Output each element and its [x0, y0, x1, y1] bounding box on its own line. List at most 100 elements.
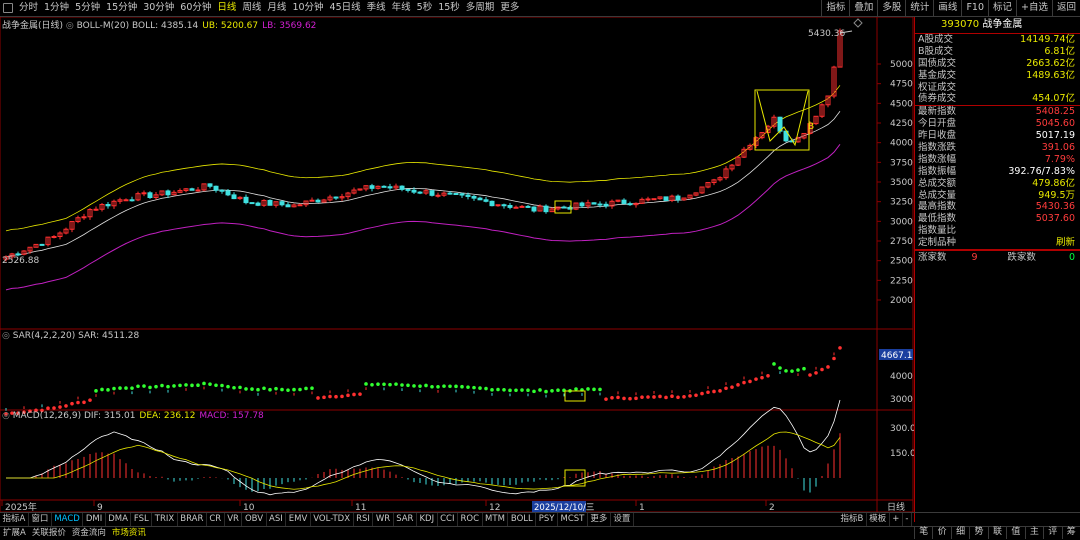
- period-tab-1[interactable]: 1分钟: [41, 0, 72, 16]
- period-tab-4[interactable]: 30分钟: [140, 0, 177, 16]
- indicator-right-3[interactable]: -: [903, 513, 912, 526]
- panel-row-0: A股成交 14149.74亿: [915, 34, 1080, 46]
- boll-lower-line: [5, 144, 841, 291]
- candle-body: [429, 190, 435, 196]
- indicator-tab-18[interactable]: CCI: [438, 513, 458, 526]
- panel-row-label: 指数振幅: [918, 165, 957, 177]
- period-tab-10[interactable]: 45日线: [327, 0, 364, 16]
- right-tab-1[interactable]: 价: [932, 526, 950, 539]
- diamond-icon[interactable]: [853, 18, 863, 28]
- indicator-tab-17[interactable]: KDJ: [417, 513, 438, 526]
- right-tab-7[interactable]: 评: [1043, 526, 1061, 539]
- candle-body: [315, 199, 321, 203]
- period-tab-6[interactable]: 日线: [214, 0, 239, 16]
- indicator-right-2[interactable]: +: [890, 513, 903, 526]
- indicator-tab-7[interactable]: BRAR: [178, 513, 207, 526]
- candle-body: [81, 216, 87, 219]
- indicator-right-1[interactable]: 模板: [867, 513, 890, 526]
- indicator-tab-25[interactable]: 设置: [611, 513, 634, 526]
- right-tab-2[interactable]: 细: [950, 526, 969, 539]
- candle-body: [561, 206, 567, 209]
- indicator-tab-11[interactable]: ASI: [267, 513, 287, 526]
- date-axis-label: 1: [639, 503, 645, 512]
- indicator-tab-20[interactable]: MTM: [483, 513, 509, 526]
- macd-value-1: DEA: 236.12: [139, 411, 196, 421]
- period-tab-16[interactable]: 更多: [497, 0, 522, 16]
- sar-dot: [694, 393, 698, 398]
- tool-button-6[interactable]: 标记: [988, 0, 1016, 16]
- high-price-label: 5430.36: [808, 29, 845, 39]
- status-tab-1[interactable]: 关联报价: [29, 527, 69, 540]
- indicator-tab-24[interactable]: 更多: [588, 513, 611, 526]
- period-tab-12[interactable]: 年线: [389, 0, 414, 16]
- sar-dot: [742, 380, 746, 385]
- right-tab-4[interactable]: 联: [987, 526, 1006, 539]
- indicator-tab-23[interactable]: MCST: [558, 513, 588, 526]
- status-tab-0[interactable]: 扩展A: [0, 527, 29, 540]
- period-tab-7[interactable]: 周线: [239, 0, 264, 16]
- indicator-tab-16[interactable]: SAR: [394, 513, 417, 526]
- right-tab-5[interactable]: 值: [1006, 526, 1024, 539]
- indicator-tab-4[interactable]: DMA: [106, 513, 132, 526]
- kline-chart[interactable]: 5000 4750 4500 4250 4000 3750 3500 3250 3000 2750…: [0, 17, 914, 512]
- tool-button-0[interactable]: 指标: [821, 0, 849, 16]
- sar-dot: [298, 387, 302, 392]
- indicator-tab-0[interactable]: 指标A: [0, 513, 29, 526]
- tool-button-1[interactable]: 叠加: [849, 0, 877, 16]
- down-count-value: 0: [1068, 252, 1075, 264]
- indicator-tab-6[interactable]: TRIX: [152, 513, 178, 526]
- indicator-tab-22[interactable]: PSY: [536, 513, 558, 526]
- window-icon[interactable]: [3, 3, 13, 13]
- sar-dot: [436, 384, 440, 389]
- sar-legend: ◎ SAR(4,2,2,20) SAR: 4511.28: [2, 331, 140, 341]
- right-tab-3[interactable]: 势: [969, 526, 987, 539]
- candle-body: [231, 194, 237, 200]
- indicator-tab-10[interactable]: OBV: [242, 513, 267, 526]
- indicator-tab-21[interactable]: BOLL: [508, 513, 537, 526]
- period-tab-8[interactable]: 月线: [264, 0, 289, 16]
- right-tab-8[interactable]: 筹: [1061, 526, 1080, 539]
- period-tab-11[interactable]: 季线: [364, 0, 389, 16]
- indicator-tab-14[interactable]: RSI: [354, 513, 374, 526]
- right-tab-6[interactable]: 主: [1024, 526, 1043, 539]
- period-tab-14[interactable]: 15秒: [435, 0, 463, 16]
- sar-dot: [430, 384, 434, 389]
- period-tab-0[interactable]: 分时: [16, 0, 41, 16]
- period-tab-13[interactable]: 5秒: [414, 0, 436, 16]
- period-tab-3[interactable]: 15分钟: [103, 0, 140, 16]
- indicator-tab-12[interactable]: EMV: [286, 513, 311, 526]
- indicator-tab-9[interactable]: VR: [225, 513, 243, 526]
- price-axis-label: 2500: [890, 257, 913, 267]
- indicator-tab-13[interactable]: VOL-TDX: [311, 513, 354, 526]
- sar-dot: [52, 406, 56, 410]
- sar-dot: [790, 369, 794, 373]
- tool-button-7[interactable]: +自选: [1016, 0, 1052, 16]
- period-tab-2[interactable]: 5分钟: [72, 0, 103, 16]
- tool-button-8[interactable]: 返回: [1051, 0, 1080, 16]
- indicator-tab-15[interactable]: WR: [373, 513, 394, 526]
- period-tab-5[interactable]: 60分钟: [177, 0, 214, 16]
- period-tab-15[interactable]: 多周期: [463, 0, 498, 16]
- sar-dot: [736, 383, 740, 387]
- sar-dot: [766, 374, 770, 378]
- indicator-tab-19[interactable]: ROC: [458, 513, 483, 526]
- panel-row-value[interactable]: 刷新: [1056, 237, 1075, 249]
- indicator-right-0[interactable]: 指标B: [838, 513, 867, 526]
- indicator-tab-1[interactable]: 窗口: [29, 513, 52, 526]
- tool-button-5[interactable]: F10: [961, 0, 988, 16]
- indicator-tab-3[interactable]: DMI: [83, 513, 106, 526]
- status-tab-2[interactable]: 资金流向: [69, 527, 109, 540]
- tool-button-3[interactable]: 统计: [905, 0, 933, 16]
- tool-button-2[interactable]: 多股: [877, 0, 905, 16]
- indicator-tab-2[interactable]: MACD: [52, 513, 84, 526]
- period-tab-9[interactable]: 10分钟: [289, 0, 326, 16]
- indicator-tab-5[interactable]: FSL: [131, 513, 153, 526]
- status-tab-3[interactable]: 市场资讯: [109, 527, 149, 540]
- tool-button-4[interactable]: 画线: [933, 0, 961, 16]
- indicator-tab-8[interactable]: CR: [207, 513, 225, 526]
- sar-dot: [340, 394, 344, 399]
- right-tab-0[interactable]: 笔: [914, 526, 932, 539]
- sar-dot: [346, 393, 350, 398]
- sar-dot: [778, 366, 782, 370]
- sar-dot: [370, 382, 374, 387]
